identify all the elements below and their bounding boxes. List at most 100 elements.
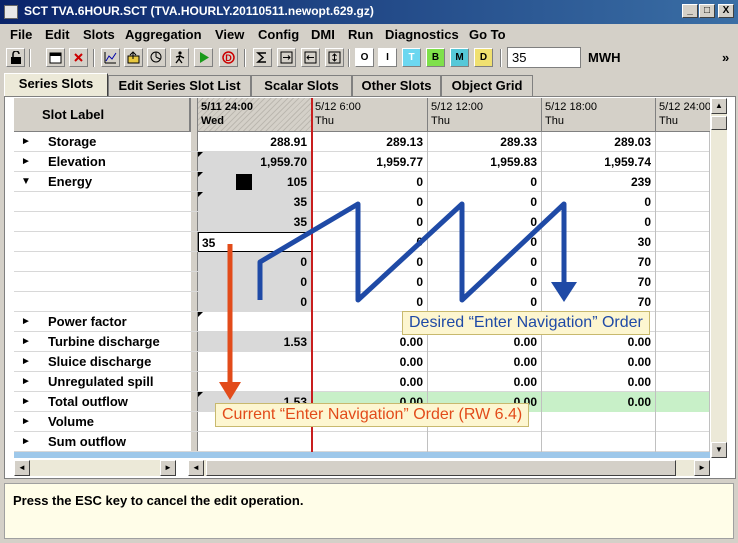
row-label-energy[interactable]: ▼ Energy: [14, 172, 191, 192]
grid-cell[interactable]: [198, 372, 312, 392]
expand-arrow-icon[interactable]: ►: [21, 132, 31, 152]
grid-cell[interactable]: 0.00: [428, 352, 542, 372]
grid-cell[interactable]: [542, 412, 656, 432]
expand-arrow-icon[interactable]: ►: [21, 432, 31, 452]
grid-cell[interactable]: [656, 252, 710, 272]
menu-diagnostics[interactable]: Diagnostics: [385, 27, 459, 42]
grid-cell[interactable]: [656, 372, 710, 392]
row-label-total-outflow[interactable]: ► Total outflow: [14, 392, 191, 412]
column-header[interactable]: 5/12 6:00 Thu: [312, 98, 428, 132]
grid-cell[interactable]: [656, 212, 710, 232]
grid-cell[interactable]: 0: [428, 272, 542, 292]
tab-other-slots[interactable]: Other Slots: [352, 75, 441, 96]
grid-cell[interactable]: 289.33: [428, 132, 542, 152]
statistics-icon[interactable]: [147, 48, 166, 67]
grid-cell[interactable]: [656, 272, 710, 292]
fit-icon[interactable]: [325, 48, 344, 67]
grid-cell[interactable]: 0: [428, 232, 542, 252]
plot-icon[interactable]: [101, 48, 120, 67]
scroll-right-arrow-icon[interactable]: ►: [160, 460, 176, 476]
grid-cell[interactable]: 0: [542, 212, 656, 232]
tab-series-slots[interactable]: Series Slots: [4, 73, 108, 97]
lock-icon[interactable]: [6, 48, 25, 67]
row-label-elevation[interactable]: ► Elevation: [14, 152, 191, 172]
grid-cell[interactable]: 105: [198, 172, 312, 192]
grid-cell[interactable]: [542, 432, 656, 452]
scroll-right-arrow-icon[interactable]: ►: [694, 460, 710, 476]
scroll-thumb[interactable]: [206, 460, 676, 476]
grid-cell[interactable]: 0.00: [428, 372, 542, 392]
grid-cell[interactable]: 289.03: [542, 132, 656, 152]
grid-cell[interactable]: [656, 392, 710, 412]
grid-cell[interactable]: 0: [312, 292, 428, 312]
grid-cell[interactable]: 0: [428, 212, 542, 232]
grid-cell[interactable]: 0.00: [542, 372, 656, 392]
grid-cell[interactable]: [656, 412, 710, 432]
grid-cell[interactable]: 70: [542, 252, 656, 272]
row-resize-icon[interactable]: [277, 48, 296, 67]
grid-cell[interactable]: 0.00: [428, 332, 542, 352]
row-label-sum-outflow[interactable]: ► Sum outflow: [14, 432, 191, 452]
column-header[interactable]: 5/11 24:00 Wed: [198, 98, 312, 132]
grid-cell[interactable]: [198, 312, 312, 332]
menu-aggregation[interactable]: Aggregation: [125, 27, 202, 42]
grid-cell[interactable]: [656, 132, 710, 152]
cell-edit-field[interactable]: 35: [198, 232, 312, 252]
collapse-arrow-icon[interactable]: ▼: [21, 172, 31, 192]
menu-edit[interactable]: Edit: [45, 27, 70, 42]
grid-cell[interactable]: 35: [198, 192, 312, 212]
d-flag-icon[interactable]: D: [474, 48, 493, 67]
scroll-up-arrow-icon[interactable]: ▲: [711, 98, 727, 114]
menu-view[interactable]: View: [215, 27, 244, 42]
o-flag-icon[interactable]: O: [355, 48, 374, 67]
grid-cell[interactable]: 0: [428, 252, 542, 272]
grid-cell[interactable]: 0.00: [542, 392, 656, 412]
grid-cell[interactable]: 0: [312, 272, 428, 292]
grid-cell[interactable]: 0: [312, 192, 428, 212]
menu-run[interactable]: Run: [348, 27, 373, 42]
grid-cell[interactable]: 0.00: [312, 372, 428, 392]
tab-object-grid[interactable]: Object Grid: [441, 75, 533, 96]
value-input[interactable]: [507, 47, 581, 68]
grid-cell[interactable]: 0: [312, 212, 428, 232]
grid-cell[interactable]: 0: [198, 292, 312, 312]
grid-cell[interactable]: 70: [542, 292, 656, 312]
row-label-storage[interactable]: ► Storage: [14, 132, 191, 152]
scroll-down-arrow-icon[interactable]: ▼: [711, 442, 727, 458]
expand-arrow-icon[interactable]: ►: [21, 352, 31, 372]
row-label-turbine-discharge[interactable]: ► Turbine discharge: [14, 332, 191, 352]
grid-cell[interactable]: 1,959.74: [542, 152, 656, 172]
close-window-icon[interactable]: [69, 48, 88, 67]
grid-cell[interactable]: [656, 432, 710, 452]
expand-arrow-icon[interactable]: ►: [21, 332, 31, 352]
grid-cell[interactable]: 0.00: [312, 352, 428, 372]
expand-arrow-icon[interactable]: ►: [21, 392, 31, 412]
close-button[interactable]: X: [718, 4, 734, 18]
row-label-unregulated-spill[interactable]: ► Unregulated spill: [14, 372, 191, 392]
toolbar-overflow-button[interactable]: »: [722, 50, 729, 65]
grid-cell[interactable]: 70: [542, 272, 656, 292]
run-person-icon[interactable]: [170, 48, 189, 67]
grid-cell[interactable]: [656, 152, 710, 172]
expand-arrow-icon[interactable]: ►: [21, 152, 31, 172]
sum-icon[interactable]: [253, 48, 272, 67]
grid-cell[interactable]: 0.00: [312, 332, 428, 352]
data-horizontal-scrollbar[interactable]: ◄ ►: [188, 460, 710, 476]
scroll-left-arrow-icon[interactable]: ◄: [14, 460, 30, 476]
scroll-thumb[interactable]: [711, 116, 727, 130]
grid-cell[interactable]: 0: [542, 192, 656, 212]
menu-config[interactable]: Config: [258, 27, 299, 42]
expand-arrow-icon[interactable]: ►: [21, 412, 31, 432]
m-flag-icon[interactable]: M: [450, 48, 469, 67]
grid-cell[interactable]: [656, 312, 710, 332]
tab-scalar-slots[interactable]: Scalar Slots: [251, 75, 352, 96]
b-flag-icon[interactable]: B: [426, 48, 445, 67]
column-resize-icon[interactable]: [301, 48, 320, 67]
grid-cell[interactable]: [656, 232, 710, 252]
grid-cell[interactable]: 0: [198, 272, 312, 292]
grid-cell[interactable]: 0: [312, 172, 428, 192]
label-horizontal-scrollbar[interactable]: ◄ ►: [14, 460, 176, 476]
grid-cell[interactable]: [656, 352, 710, 372]
grid-cell[interactable]: 0: [428, 292, 542, 312]
minimize-button[interactable]: _: [682, 4, 698, 18]
